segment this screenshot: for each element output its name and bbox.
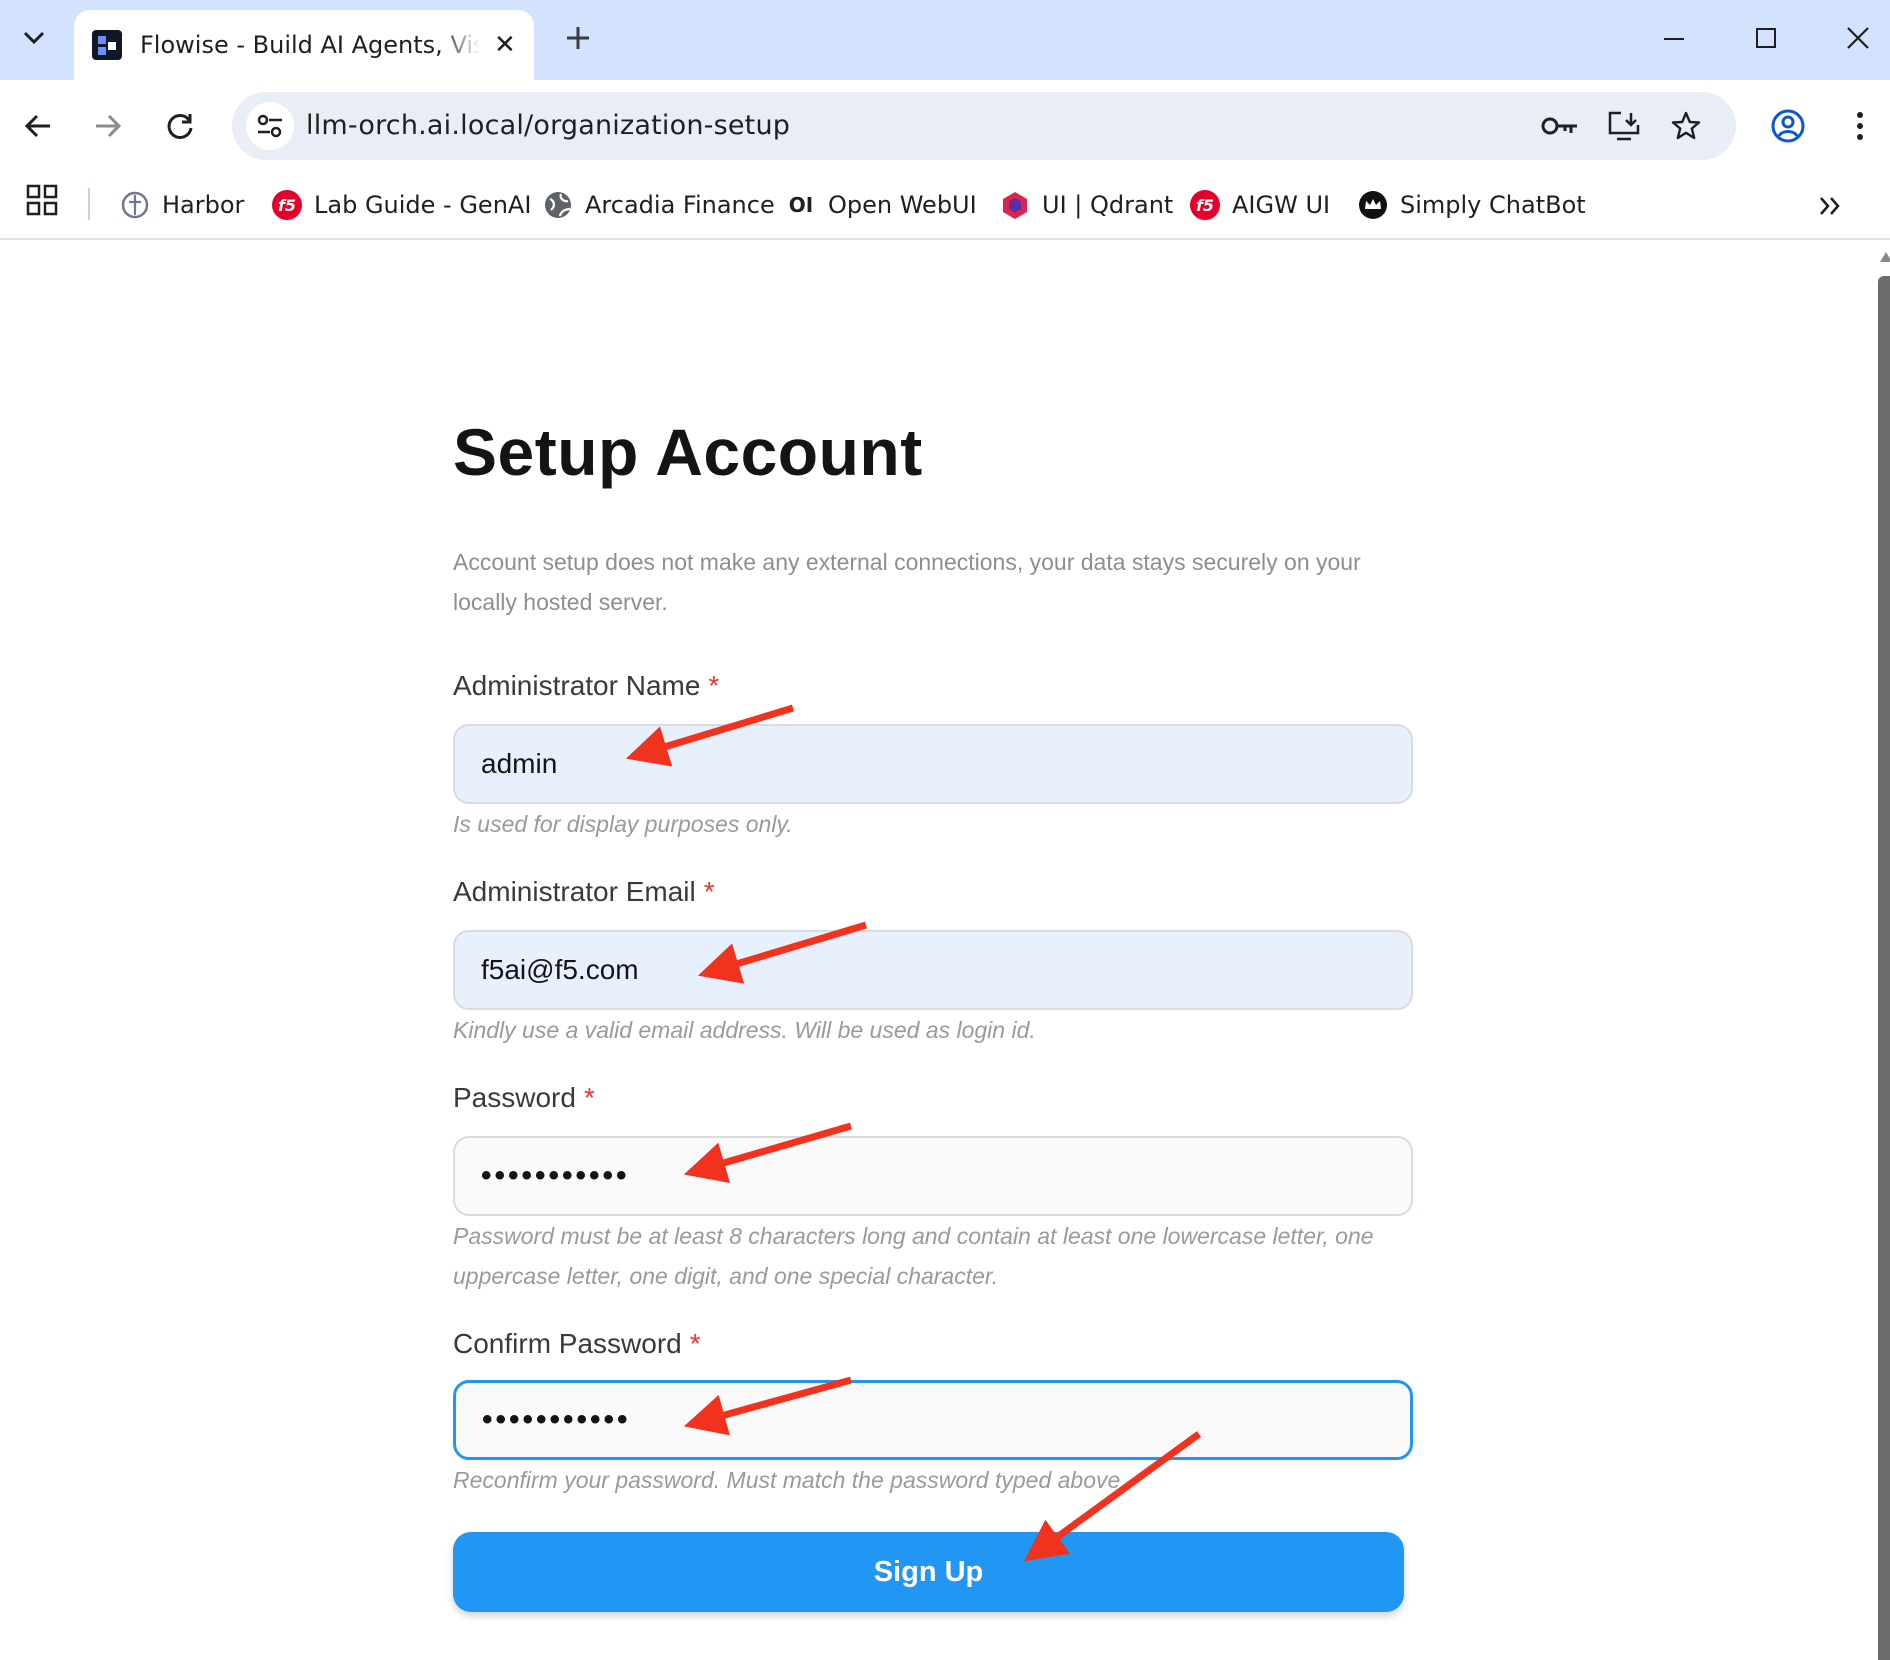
back-arrow-icon [24, 114, 50, 138]
required-mark: * [689, 1328, 701, 1359]
name-hint: Is used for display purposes only. [453, 811, 793, 837]
bookmark-label: Open WebUI [828, 191, 977, 219]
minimize-icon [1664, 38, 1684, 40]
bookmark-lab-guide[interactable]: f5 Lab Guide - GenAI [272, 184, 531, 226]
new-tab-button[interactable] [556, 16, 600, 60]
key-icon [1541, 117, 1577, 135]
password-input[interactable]: ••••••••••• [453, 1136, 1413, 1216]
scroll-up-arrow[interactable] [1880, 252, 1890, 262]
close-icon [1847, 27, 1869, 49]
close-tab-icon[interactable]: ✕ [494, 30, 516, 60]
profile-button[interactable] [1764, 102, 1812, 150]
confirm-password-value: ••••••••••• [482, 1403, 631, 1436]
required-mark: * [708, 670, 720, 701]
f5-icon: f5 [272, 190, 302, 220]
page-title: Setup Account [453, 415, 923, 489]
password-hint: Password must be at least 8 characters l… [453, 1223, 1374, 1289]
star-icon [1671, 111, 1701, 140]
double-chevron-right-icon [1820, 197, 1840, 215]
reload-button[interactable] [156, 102, 204, 150]
more-vert-icon [1857, 112, 1863, 140]
bookmark-label: Arcadia Finance [585, 191, 775, 219]
bookmark-label: AIGW UI [1232, 191, 1331, 219]
bookmark-star-button[interactable] [1664, 104, 1708, 148]
bookmark-aigw-ui[interactable]: f5 AIGW UI [1190, 184, 1330, 226]
name-label: Administrator Name * [453, 670, 720, 701]
forward-arrow-icon [96, 114, 122, 138]
confirm-password-label: Confirm Password * [453, 1328, 701, 1359]
browser-toolbar: llm-orch.ai.local/organization-setup [0, 80, 1890, 170]
address-bar[interactable]: llm-orch.ai.local/organization-setup [232, 92, 1736, 160]
minimize-button[interactable] [1650, 14, 1698, 62]
chevron-down-icon [23, 31, 45, 45]
bookmark-qdrant[interactable]: UI | Qdrant [1000, 184, 1173, 226]
apps-grid-icon [26, 184, 58, 216]
bookmark-arcadia-finance[interactable]: Arcadia Finance [543, 184, 775, 226]
tab-strip: Flowise - Build AI Agents, Visual ✕ [0, 0, 1890, 80]
install-icon [1608, 111, 1640, 141]
bookmarks-divider [88, 188, 90, 220]
required-mark: * [703, 876, 715, 907]
install-app-button[interactable] [1602, 104, 1646, 148]
f5-icon: f5 [1190, 190, 1220, 220]
bookmark-label: Harbor [162, 191, 245, 219]
flowise-icon [92, 30, 122, 60]
menu-button[interactable] [1836, 102, 1884, 150]
password-key-button[interactable] [1538, 104, 1582, 148]
tune-icon [257, 114, 282, 138]
bookmark-simply-chatbot[interactable]: Simply ChatBot [1358, 184, 1586, 226]
email-value: f5ai@f5.com [481, 954, 639, 985]
bookmark-label: Lab Guide - GenAI [314, 191, 532, 219]
bookmark-open-webui[interactable]: OI Open WebUI [786, 184, 977, 226]
administrator-name-input[interactable]: admin [453, 724, 1413, 804]
globe-icon [543, 190, 573, 220]
name-value: admin [481, 748, 558, 779]
confirm-password-hint: Reconfirm your password. Must match the … [453, 1467, 1127, 1493]
email-hint: Kindly use a valid email address. Will b… [453, 1017, 1036, 1043]
maximize-button[interactable] [1742, 14, 1790, 62]
bookmarks-bar: Harbor f5 Lab Guide - GenAI Arcadia Fina… [0, 170, 1890, 240]
email-label: Administrator Email * [453, 876, 715, 907]
reload-icon [167, 113, 193, 139]
site-info-button[interactable] [246, 102, 294, 150]
sign-up-button[interactable]: Sign Up [453, 1532, 1404, 1612]
confirm-password-input[interactable]: ••••••••••• [453, 1380, 1413, 1460]
plus-icon [567, 27, 589, 49]
profile-icon [1771, 109, 1805, 143]
required-mark: * [583, 1082, 595, 1113]
maximize-icon [1756, 28, 1776, 48]
page-scrollbar[interactable] [1878, 276, 1890, 1660]
qdrant-icon [1000, 190, 1030, 220]
tab-search-button[interactable] [8, 12, 60, 64]
page-description: Account setup does not make any external… [453, 549, 1361, 615]
active-tab[interactable]: Flowise - Build AI Agents, Visual ✕ [74, 10, 534, 80]
tab-title: Flowise - Build AI Agents, Visual [140, 31, 480, 59]
more-bookmarks-button[interactable] [1810, 186, 1850, 226]
password-value: ••••••••••• [481, 1159, 630, 1192]
openwebui-icon: OI [788, 193, 814, 217]
url-text[interactable]: llm-orch.ai.local/organization-setup [306, 110, 790, 141]
bookmark-label: UI | Qdrant [1042, 191, 1174, 219]
apps-button[interactable] [26, 184, 66, 224]
back-button[interactable] [14, 102, 62, 150]
forward-button[interactable] [84, 102, 132, 150]
bookmark-label: Simply ChatBot [1400, 191, 1586, 219]
password-label: Password * [453, 1082, 595, 1113]
bookmark-harbor[interactable]: Harbor [120, 184, 244, 226]
harbor-icon [120, 190, 150, 220]
administrator-email-input[interactable]: f5ai@f5.com [453, 930, 1413, 1010]
page-content: Setup Account Account setup does not mak… [0, 242, 1876, 1660]
close-window-button[interactable] [1834, 14, 1882, 62]
crown-icon [1358, 190, 1388, 220]
